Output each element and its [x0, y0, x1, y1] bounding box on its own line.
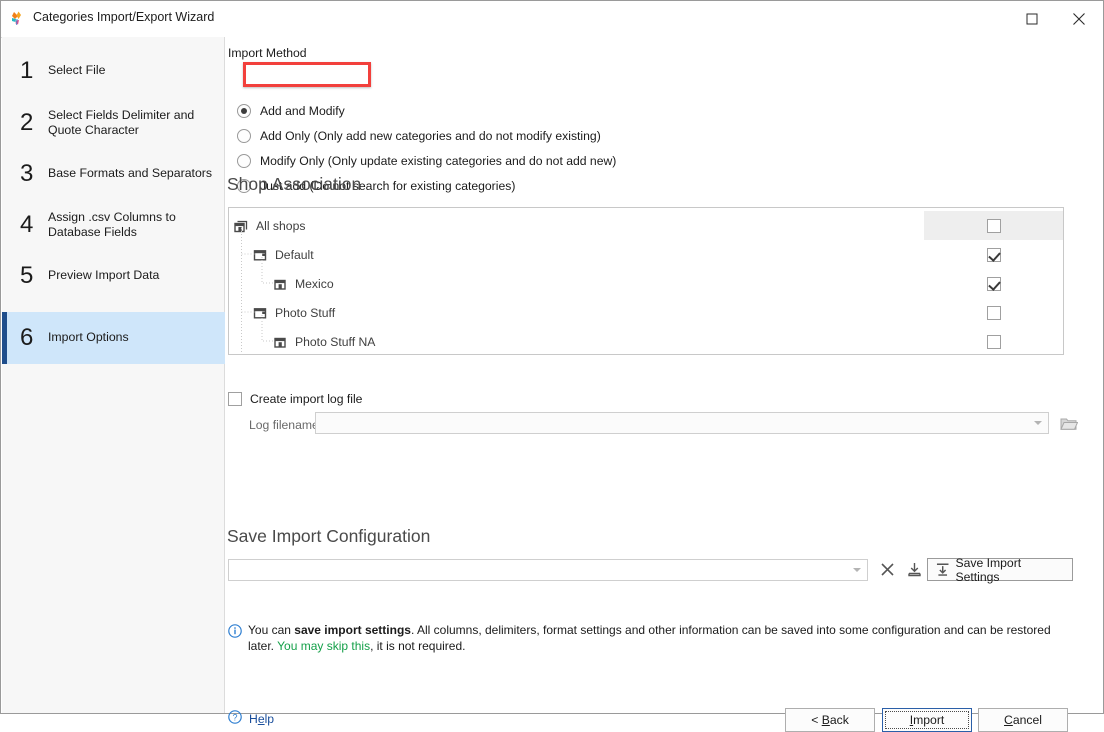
- shop-association-heading: Shop Association: [227, 174, 362, 194]
- help-circle-icon: ?: [228, 710, 242, 727]
- back-button[interactable]: < Back: [785, 708, 875, 732]
- log-filename-label: Log filename: [249, 418, 319, 432]
- step-number: 1: [20, 57, 34, 84]
- radio-indicator-selected: [237, 104, 251, 118]
- save-settings-hint: You can save import settings. All column…: [228, 623, 1058, 655]
- step-number: 4: [20, 211, 34, 238]
- window-title: Categories Import/Export Wizard: [33, 10, 215, 24]
- chevron-down-icon: [1034, 421, 1042, 425]
- create-import-log-checkbox[interactable]: [228, 392, 242, 406]
- create-import-log-checkbox-row[interactable]: Create import log file: [228, 392, 362, 406]
- radio-label: Modify Only (Only update existing catego…: [260, 154, 617, 168]
- info-icon: [228, 624, 242, 643]
- radio-add-and-modify[interactable]: Add and Modify: [237, 100, 345, 122]
- log-filename-input[interactable]: [315, 412, 1049, 434]
- sidebar-item-step-4[interactable]: 4 Assign .csv Columns to Database Fields: [2, 201, 225, 249]
- save-import-configuration-heading: Save Import Configuration: [227, 526, 431, 546]
- back-button-label: < Back: [811, 713, 849, 727]
- radio-modify-only[interactable]: Modify Only (Only update existing catego…: [237, 150, 616, 172]
- clear-config-button[interactable]: [875, 558, 899, 580]
- import-method-label: Import Method: [228, 46, 307, 60]
- cancel-button-label: Cancel: [1004, 713, 1042, 727]
- help-link[interactable]: ? Help: [228, 710, 274, 727]
- import-button-label: Import: [909, 713, 945, 727]
- sidebar-item-step-6[interactable]: 6 Import Options: [2, 312, 225, 364]
- wizard-window: Categories Import/Export Wizard 1 Select…: [0, 0, 1104, 732]
- shop-association-tree[interactable]: All shops Default Mexico Photo Stuff Pho…: [228, 207, 1064, 356]
- hint-text-bold: save import settings: [294, 623, 411, 637]
- close-icon: [1073, 12, 1085, 25]
- hint-text-part-3: , it is not required.: [370, 638, 466, 653]
- title-bar: Categories Import/Export Wizard: [1, 1, 1103, 38]
- load-config-button[interactable]: [902, 558, 926, 580]
- radio-indicator: [237, 129, 251, 143]
- maximize-icon: [1026, 13, 1038, 24]
- create-import-log-label: Create import log file: [250, 392, 363, 406]
- radio-label: Add Only (Only add new categories and do…: [260, 129, 601, 143]
- tree-connector-lines: [241, 228, 275, 356]
- hint-text-part-1: You can: [248, 623, 295, 637]
- browse-log-folder-button[interactable]: [1057, 412, 1081, 434]
- step-label: Assign .csv Columns to Database Fields: [48, 209, 176, 239]
- step-number: 2: [20, 109, 34, 136]
- step-label: Import Options: [48, 330, 129, 345]
- radio-indicator: [237, 154, 251, 168]
- step-number: 6: [20, 324, 34, 351]
- radio-add-only[interactable]: Add Only (Only add new categories and do…: [237, 125, 601, 147]
- step-number: 3: [20, 160, 34, 187]
- save-import-settings-label: Save Import Settings: [955, 555, 1022, 584]
- sidebar-item-step-2[interactable]: 2 Select Fields Delimiter and Quote Char…: [2, 99, 225, 147]
- step-number: 5: [20, 262, 34, 289]
- step-label: Select File: [48, 63, 106, 78]
- import-config-select[interactable]: [228, 559, 868, 581]
- cancel-button[interactable]: Cancel: [978, 708, 1068, 732]
- save-down-icon: [936, 562, 949, 576]
- save-import-settings-button[interactable]: Save Import Settings: [927, 555, 1073, 584]
- sidebar-item-step-1[interactable]: 1 Select File: [2, 47, 225, 95]
- close-button[interactable]: [1056, 1, 1102, 36]
- download-icon: [907, 562, 921, 576]
- chevron-down-icon: [853, 568, 861, 572]
- sidebar-item-step-5[interactable]: 5 Preview Import Data: [2, 252, 225, 300]
- app-logo-icon: [10, 10, 27, 27]
- hint-text: You can save import settings. All column…: [248, 623, 1058, 655]
- wizard-steps-sidebar: 1 Select File 2 Select Fields Delimiter …: [2, 37, 225, 713]
- step-label: Base Formats and Separators: [48, 166, 213, 181]
- radio-label: Add and Modify: [260, 104, 345, 118]
- maximize-button[interactable]: [1009, 1, 1055, 36]
- step-label: Preview Import Data: [48, 268, 160, 283]
- folder-open-icon: [1060, 418, 1078, 430]
- close-x-icon: [880, 562, 894, 576]
- hint-text-green: You may skip this: [277, 638, 371, 653]
- step-label: Select Fields Delimiter and Quote Charac…: [48, 107, 195, 137]
- import-button[interactable]: Import: [882, 708, 972, 732]
- content-pane: Import Method Add and Modify Add Only (O…: [225, 37, 1103, 732]
- sidebar-item-step-3[interactable]: 3 Base Formats and Separators: [2, 150, 225, 198]
